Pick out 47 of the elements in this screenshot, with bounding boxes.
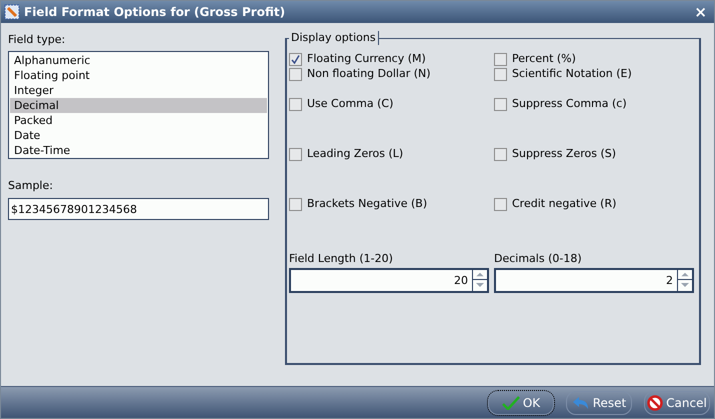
sample-label: Sample: — [8, 179, 54, 193]
checkbox[interactable] — [494, 198, 507, 211]
back-arrow-icon — [572, 396, 590, 410]
dialog-button[interactable]: Reset — [566, 390, 632, 414]
window-title: Field Format Options for (Gross Profit) — [24, 4, 286, 21]
field-type-label: Field type: — [8, 33, 66, 47]
checkbox-label: Non floating Dollar (N) — [307, 66, 431, 82]
number-spinner[interactable]: 2 — [494, 268, 694, 293]
checkbox[interactable] — [494, 53, 507, 66]
spinner-value: 20 — [453, 273, 469, 289]
list-item[interactable]: Packed — [10, 113, 267, 128]
checkbox-label: Percent (%) — [512, 51, 576, 68]
spinner-label: Field Length (1-20) — [289, 252, 394, 266]
list-item[interactable]: Integer — [10, 83, 267, 98]
close-button[interactable]: × — [690, 4, 711, 20]
checkbox-label: Use Comma (C) — [307, 96, 394, 112]
checkbox[interactable] — [494, 98, 507, 111]
checkbox-label: Scientific Notation (E) — [512, 66, 632, 82]
list-item[interactable]: Date-Time — [10, 143, 267, 158]
checkbox-label: Leading Zeros (L) — [307, 146, 404, 162]
list-item[interactable]: Alphanumeric — [10, 53, 267, 68]
number-spinner[interactable]: 20 — [289, 268, 489, 293]
list-item[interactable]: Date — [10, 128, 267, 143]
list-item[interactable]: Decimal — [10, 98, 267, 113]
dialog-button[interactable]: OK — [488, 390, 554, 414]
checkbox[interactable] — [289, 148, 302, 161]
spinner-label: Decimals (0-18) — [494, 252, 583, 266]
checkbox[interactable] — [289, 68, 302, 81]
dialog-button[interactable]: Cancel — [644, 390, 710, 414]
checkbox[interactable] — [494, 68, 507, 81]
prohibited-icon — [647, 394, 664, 410]
checkbox-label: Credit negative (R) — [512, 196, 616, 212]
checkbox-label: Brackets Negative (B) — [307, 196, 428, 212]
up-arrow-icon[interactable] — [473, 270, 487, 280]
checkmark-icon — [502, 396, 520, 410]
up-arrow-icon[interactable] — [678, 270, 692, 280]
checkbox-label: Floating Currency (M) — [307, 51, 426, 68]
group-title: Display options — [289, 31, 379, 45]
checkbox[interactable] — [289, 198, 302, 211]
checkbox[interactable] — [289, 98, 302, 111]
list-item[interactable]: Floating point — [10, 68, 267, 83]
sample-field[interactable]: $12345678901234568 — [8, 198, 269, 220]
checkbox-label: Suppress Comma (c) — [512, 96, 627, 112]
checkbox-label: Suppress Zeros (S) — [512, 146, 616, 162]
checkbox[interactable] — [494, 148, 507, 161]
checkbox[interactable] — [289, 53, 302, 66]
spinner-value: 2 — [665, 273, 674, 289]
